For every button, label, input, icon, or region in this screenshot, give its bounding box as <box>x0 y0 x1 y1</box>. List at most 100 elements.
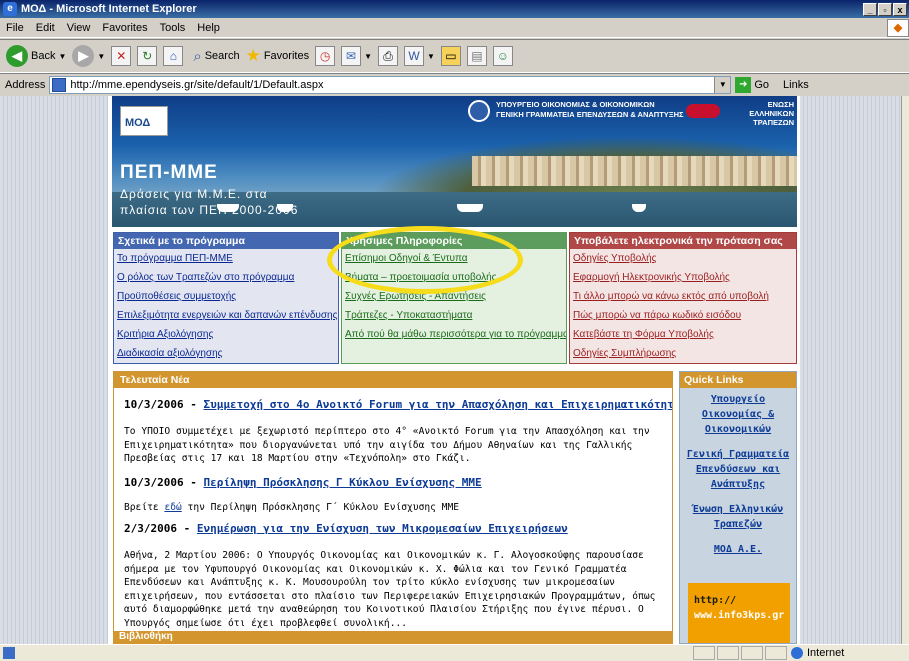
address-label: Address <box>5 78 46 91</box>
link-fill-guide[interactable]: Οδηγίες Συμπλήρωσης <box>570 344 796 363</box>
page-icon <box>52 77 67 92</box>
link-participation[interactable]: Προϋποθέσεις συμμετοχής <box>114 287 338 306</box>
close-button[interactable]: x <box>893 2 907 16</box>
window-title: ΜΟΔ - Microsoft Internet Explorer <box>21 3 197 15</box>
back-arrow-icon: ◀ <box>6 45 28 67</box>
news-item: 2/3/2006 - Ενημέρωση για την Ενίσχυση τω… <box>114 522 672 630</box>
vertical-scrollbar[interactable] <box>901 96 909 644</box>
header-banner: ΜΟΔ ΥΠΟΥΡΓΕΙΟ ΟΙΚΟΝΟΜΙΑΣ & ΟΙΚΟΝΟΜΙΚΩΝ Γ… <box>112 96 797 227</box>
refresh-icon[interactable]: ↻ <box>137 46 158 66</box>
news-text: Το ΥΠΟΙΟ συμμετέχει με ξεχωριστό περίπτε… <box>124 426 650 464</box>
forward-arrow-icon: ▶ <box>72 45 95 67</box>
link-learn-more[interactable]: Από πού θα μάθω περισσότερα για το πρόγρ… <box>342 325 566 344</box>
submit-online-header: Υποβάλετε ηλεκτρονικά την πρόταση σας <box>570 233 796 249</box>
address-dropdown-icon[interactable]: ▼ <box>714 76 731 93</box>
news-title-link[interactable]: Περίληψη Πρόσκλησης Γ Κύκλου Ενίσχυσης Μ… <box>203 476 481 489</box>
news-item: 10/3/2006 - Περίληψη Πρόσκλησης Γ Κύκλου… <box>114 476 672 515</box>
edit-icon[interactable]: W <box>404 46 424 66</box>
quick-link-secretariat[interactable]: Γενική Γραμματεία Επενδύσεων και Ανάπτυξ… <box>680 447 796 492</box>
news-item: 10/3/2006 - Συμμετοχή στο 4ο Ανοικτό For… <box>114 398 672 466</box>
ie-icon: e <box>3 2 17 16</box>
menu-view[interactable]: View <box>61 22 97 34</box>
address-bar: Address http://mme.ependyseis.gr/site/de… <box>0 73 909 95</box>
links-button[interactable]: Links <box>783 79 809 91</box>
history-icon[interactable]: ◷ <box>315 46 336 66</box>
favorites-button[interactable]: ★ Favorites <box>246 46 310 66</box>
print-icon[interactable]: ⎙ <box>378 46 398 66</box>
address-url: http://mme.ependyseis.gr/site/default/1/… <box>70 78 324 91</box>
about-program-header: Σχετικά με το πρόγραμμα <box>114 233 338 249</box>
toolbar: ◀ Back ▼ ▶ ▼ ✕ ↻ ⌂ ⌕ Search ★ Favorites ◷ ✉ ▼ … <box>0 39 909 73</box>
page-viewport: ΜΟΔ ΥΠΟΥΡΓΕΙΟ ΟΙΚΟΝΟΜΙΑΣ & ΟΙΚΟΝΟΜΙΚΩΝ Γ… <box>0 96 901 644</box>
banner-title: ΠΕΠ-ΜΜΕ <box>120 162 218 183</box>
messenger-icon[interactable]: ☺ <box>492 46 513 66</box>
minimize-button[interactable]: _ <box>863 2 877 16</box>
latest-news-header: Τελευταία Νέα <box>114 372 672 388</box>
link-other-actions[interactable]: Τι άλλο μπορώ να κάνω εκτός από υποβολή <box>570 287 796 306</box>
bank-union-icon <box>686 104 720 118</box>
menu-file[interactable]: File <box>0 22 30 34</box>
globe-icon <box>791 647 803 659</box>
yellow-highlight-circle <box>327 226 523 294</box>
info3kps-banner[interactable]: http:// www.info3kps.gr <box>688 583 790 643</box>
menu-edit[interactable]: Edit <box>30 22 61 34</box>
link-branches[interactable]: Τράπεζες - Υποκαταστήματα <box>342 306 566 325</box>
news-text: Αθήνα, 2 Μαρτίου 2006: Ο Υπουργός Οικονο… <box>124 550 656 629</box>
search-icon: ⌕ <box>193 47 202 65</box>
windows-logo-icon: ◆ <box>887 18 909 37</box>
menu-favorites[interactable]: Favorites <box>96 22 153 34</box>
maximize-button[interactable]: ▫ <box>878 2 892 16</box>
go-button[interactable]: ➜ Go <box>735 76 769 93</box>
ministry-logo[interactable]: ΥΠΟΥΡΓΕΙΟ ΟΙΚΟΝΟΜΙΑΣ & ΟΙΚΟΝΟΜΙΚΩΝ ΓΕΝΙΚ… <box>468 100 713 126</box>
link-criteria[interactable]: Κριτήρια Αξιολόγησης <box>114 325 338 344</box>
page-status-icon <box>3 647 15 659</box>
site-container: ΜΟΔ ΥΠΟΥΡΓΕΙΟ ΟΙΚΟΝΟΜΙΑΣ & ΟΙΚΟΝΟΜΙΚΩΝ Γ… <box>108 96 800 644</box>
banner-subtitle: Δράσεις για Μ.Μ.Ε. στα πλαίσια των ΠΕΠ 2… <box>120 187 299 217</box>
quick-links-panel: Quick Links Υπουργείο Οικονομίας & Οικον… <box>679 371 797 644</box>
address-input[interactable]: http://mme.ependyseis.gr/site/default/1/… <box>49 75 732 94</box>
mail-icon[interactable]: ✉ <box>341 46 362 66</box>
stop-icon[interactable]: ✕ <box>111 46 132 66</box>
news-title-link[interactable]: Ενημέρωση για την Ενίσχυση των Μικρομεσα… <box>197 522 568 535</box>
go-arrow-icon: ➜ <box>735 76 752 93</box>
quick-links-header: Quick Links <box>680 372 796 388</box>
folder-icon[interactable]: ▭ <box>440 46 461 66</box>
mod-logo[interactable]: ΜΟΔ <box>120 106 168 136</box>
submit-online-box: Υποβάλετε ηλεκτρονικά την πρόταση σας Οδ… <box>569 232 797 364</box>
window-titlebar[interactable]: e ΜΟΔ - Microsoft Internet Explorer _ ▫ … <box>0 0 909 18</box>
research-icon[interactable]: ▤ <box>466 46 487 66</box>
link-eligibility[interactable]: Επιλεξιμότητα ενεργειών και δαπανών επέν… <box>114 306 338 325</box>
forward-button[interactable]: ▶ ▼ <box>72 45 105 67</box>
news-title-link[interactable]: Συμμετοχή στο 4ο Ανοικτό Forum για την Α… <box>203 398 672 411</box>
link-program[interactable]: Το πρόγραμμα ΠΕΠ-ΜΜΕ <box>114 249 338 268</box>
menu-bar: File Edit View Favorites Tools Help ◆ <box>0 18 909 38</box>
home-icon[interactable]: ⌂ <box>163 46 184 66</box>
here-link[interactable]: εδώ <box>164 502 181 513</box>
news-text: Βρείτε εδώ την Περίληψη Πρόσκλησης Γ΄ Κύ… <box>124 501 460 513</box>
link-e-submission-app[interactable]: Εφαρμογή Ηλεκτρονικής Υποβολής <box>570 268 796 287</box>
quick-link-bank-union[interactable]: Ένωση Ελληνικών Τραπεζών <box>680 502 796 532</box>
link-evaluation[interactable]: Διαδικασία αξιολόγησης <box>114 344 338 363</box>
zone-label: Internet <box>807 647 845 659</box>
status-bar: Internet <box>0 644 909 661</box>
menu-tools[interactable]: Tools <box>154 22 192 34</box>
star-icon: ★ <box>245 46 261 65</box>
news-date: 2/3/2006 <box>124 522 177 535</box>
back-button[interactable]: ◀ Back ▼ <box>6 45 66 67</box>
search-button[interactable]: ⌕ Search <box>193 48 239 65</box>
quick-link-ministry[interactable]: Υπουργείο Οικονομίας & Οικονομικών <box>680 392 796 437</box>
menu-help[interactable]: Help <box>191 22 226 34</box>
about-program-box: Σχετικά με το πρόγραμμα Το πρόγραμμα ΠΕΠ… <box>113 232 339 364</box>
link-get-code[interactable]: Πώς μπορώ να πάρω κωδικό εισόδου <box>570 306 796 325</box>
security-zone: Internet <box>791 647 909 659</box>
link-submission-guide[interactable]: Οδηγίες Υποβολής <box>570 249 796 268</box>
link-download-form[interactable]: Κατεβάστε τη Φόρμα Υποβολής <box>570 325 796 344</box>
bank-union-logo[interactable]: ΕΝΩΣΗ ΕΛΛΗΝΙΚΩΝ ΤΡΑΠΕΖΩΝ <box>686 100 794 128</box>
news-date: 10/3/2006 <box>124 398 184 411</box>
library-header: Βιβλιοθήκη <box>113 631 673 644</box>
link-banks-role[interactable]: Ο ρόλος των Τραπεζών στο πρόγραμμα <box>114 268 338 287</box>
greek-seal-icon <box>468 100 490 122</box>
latest-news-panel: Τελευταία Νέα 10/3/2006 - Συμμετοχή στο … <box>113 371 673 644</box>
quick-link-mod[interactable]: ΜΟΔ Α.Ε. <box>680 542 796 557</box>
news-date: 10/3/2006 <box>124 475 184 489</box>
